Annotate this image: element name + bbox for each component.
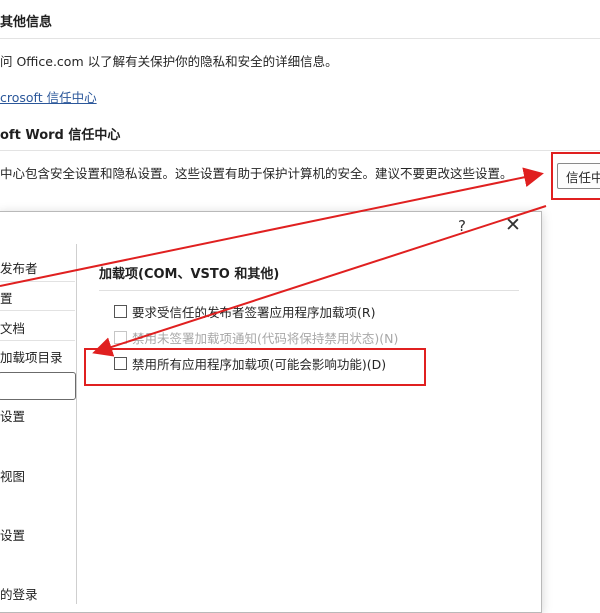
annotation-arrows [0,167,547,357]
arrow-to-disable-addins [92,205,547,357]
arrow-to-trust-button [0,167,544,287]
